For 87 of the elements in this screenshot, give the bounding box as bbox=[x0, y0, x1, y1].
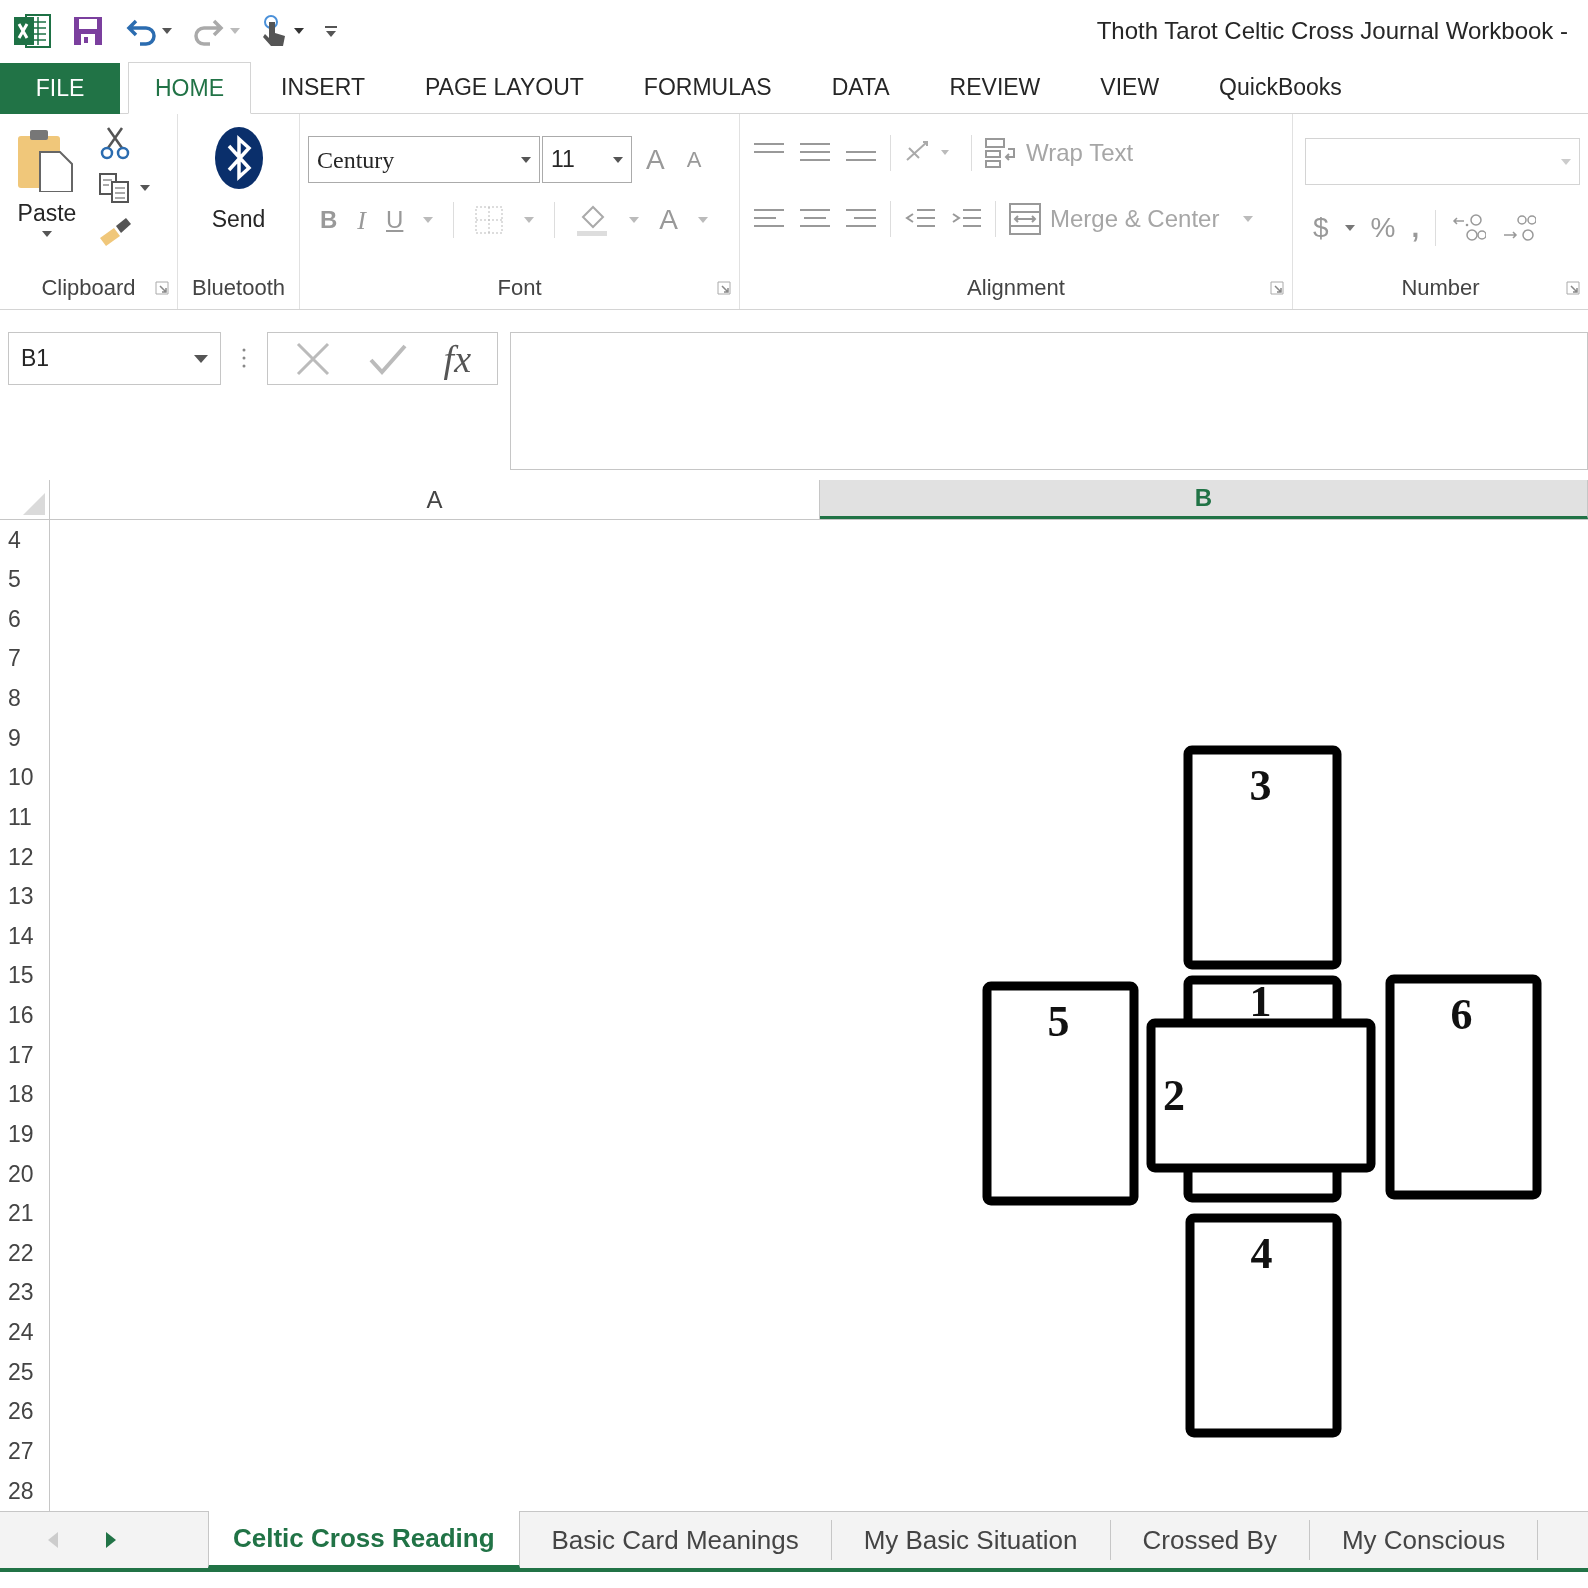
row-header[interactable]: 7 bbox=[8, 641, 21, 676]
row-header[interactable]: 21 bbox=[8, 1196, 34, 1231]
row-header[interactable]: 14 bbox=[8, 918, 34, 954]
cut-icon[interactable] bbox=[98, 126, 132, 160]
window-title: Thoth Tarot Celtic Cross Journal Workbook - bbox=[1096, 16, 1569, 46]
dialog-launcher-icon[interactable] bbox=[1270, 281, 1284, 295]
sheet-tab[interactable]: Celtic Cross Reading bbox=[208, 1511, 520, 1568]
caret-icon[interactable] bbox=[140, 185, 150, 191]
card-number: 3 bbox=[1249, 761, 1272, 810]
row-header[interactable]: 17 bbox=[8, 1037, 34, 1073]
caret-icon bbox=[42, 230, 52, 237]
ribbon-tab[interactable]: INSERT bbox=[251, 61, 395, 113]
increase-decimal-icon[interactable] bbox=[1452, 213, 1487, 243]
font-size-dropdown[interactable]: 11 bbox=[542, 136, 632, 183]
row-header[interactable]: 25 bbox=[8, 1354, 34, 1390]
sheet-tab[interactable]: My Basic Situation bbox=[831, 1520, 1111, 1560]
row-header[interactable]: 22 bbox=[8, 1235, 34, 1271]
row-header[interactable]: 26 bbox=[8, 1394, 34, 1429]
group-label: Number bbox=[1401, 273, 1480, 302]
row-header[interactable]: 16 bbox=[8, 998, 34, 1033]
row-header[interactable]: 15 bbox=[8, 958, 34, 993]
sheet-tab[interactable]: Crossed By bbox=[1110, 1520, 1310, 1560]
row-header[interactable]: 10 bbox=[8, 760, 34, 795]
formula-input[interactable] bbox=[510, 332, 1588, 470]
card-number: 5 bbox=[1047, 997, 1070, 1046]
customize-toolbar-icon[interactable] bbox=[324, 24, 338, 38]
ribbon-tab[interactable]: REVIEW bbox=[919, 61, 1071, 113]
caret-icon[interactable] bbox=[162, 28, 172, 34]
copy-icon[interactable] bbox=[98, 172, 132, 204]
row-header[interactable]: 27 bbox=[8, 1433, 34, 1469]
row-header[interactable]: 18 bbox=[8, 1077, 34, 1112]
row-header[interactable]: 20 bbox=[8, 1156, 34, 1192]
fill-color-icon[interactable] bbox=[575, 203, 610, 237]
caret-icon bbox=[194, 354, 208, 363]
group-label: Alignment bbox=[967, 273, 1065, 302]
row-header[interactable]: 9 bbox=[8, 720, 21, 756]
wrap-text-icon bbox=[984, 137, 1018, 169]
row-header[interactable]: 5 bbox=[8, 562, 21, 597]
decrease-decimal-icon[interactable] bbox=[1502, 213, 1537, 243]
card-number: 4 bbox=[1250, 1229, 1273, 1278]
dialog-launcher-icon[interactable] bbox=[1566, 281, 1580, 295]
ribbon-tab[interactable]: QuickBooks bbox=[1189, 61, 1372, 113]
caret-icon bbox=[1561, 158, 1571, 165]
scroll-right-icon[interactable] bbox=[106, 1532, 116, 1548]
row-header[interactable]: 6 bbox=[8, 601, 21, 637]
group-label: Font bbox=[497, 273, 542, 302]
file-tab[interactable]: FILE bbox=[0, 63, 120, 114]
excel-logo-icon[interactable] bbox=[12, 13, 52, 49]
bluetooth-icon bbox=[213, 126, 264, 190]
group-label: Bluetooth bbox=[192, 273, 285, 302]
ribbon-tab[interactable]: VIEW bbox=[1070, 61, 1190, 113]
paste-button[interactable]: Paste bbox=[12, 126, 82, 265]
caret-icon bbox=[613, 156, 623, 163]
row-header[interactable]: 11 bbox=[8, 799, 32, 835]
row-header[interactable]: 23 bbox=[8, 1275, 34, 1310]
save-icon[interactable] bbox=[72, 15, 104, 47]
dialog-launcher-icon[interactable] bbox=[717, 281, 731, 295]
format-painter-icon[interactable] bbox=[98, 216, 132, 246]
send-button[interactable]: Send bbox=[178, 114, 299, 265]
card-number: 2 bbox=[1163, 1070, 1185, 1120]
sheet-tab[interactable]: My Conscious bbox=[1309, 1520, 1539, 1560]
scroll-left-icon[interactable] bbox=[48, 1532, 58, 1548]
name-box[interactable]: B1 bbox=[8, 332, 221, 385]
ribbon-tab[interactable]: DATA bbox=[801, 61, 920, 113]
card-number: 6 bbox=[1450, 990, 1473, 1039]
row-header[interactable]: 12 bbox=[8, 839, 34, 875]
font-name-dropdown[interactable]: Century bbox=[308, 136, 540, 183]
dialog-launcher-icon[interactable] bbox=[155, 281, 169, 295]
row-header[interactable]: 28 bbox=[8, 1473, 34, 1509]
merge-cells-icon bbox=[1008, 202, 1042, 236]
sheet-tab[interactable]: Basic Card Meanings bbox=[519, 1520, 832, 1560]
row-header[interactable]: 13 bbox=[8, 879, 34, 914]
row-header[interactable]: 4 bbox=[8, 522, 21, 558]
caret-icon[interactable] bbox=[294, 28, 304, 34]
group-label: Clipboard bbox=[41, 273, 136, 302]
ribbon-tab[interactable]: PAGE LAYOUT bbox=[394, 61, 614, 113]
caret-icon bbox=[521, 156, 531, 163]
number-format-dropdown[interactable] bbox=[1305, 138, 1580, 185]
card-number: 1 bbox=[1249, 977, 1272, 1026]
ribbon-tab[interactable]: FORMULAS bbox=[613, 61, 802, 113]
row-header[interactable]: 24 bbox=[8, 1315, 34, 1350]
ribbon-tab[interactable]: HOME bbox=[128, 62, 251, 114]
row-header[interactable]: 19 bbox=[8, 1116, 34, 1152]
insert-function-button[interactable]: fx bbox=[443, 339, 472, 378]
column-header[interactable]: B bbox=[820, 480, 1588, 519]
row-header[interactable]: 8 bbox=[8, 681, 21, 716]
caret-icon bbox=[1243, 216, 1254, 222]
